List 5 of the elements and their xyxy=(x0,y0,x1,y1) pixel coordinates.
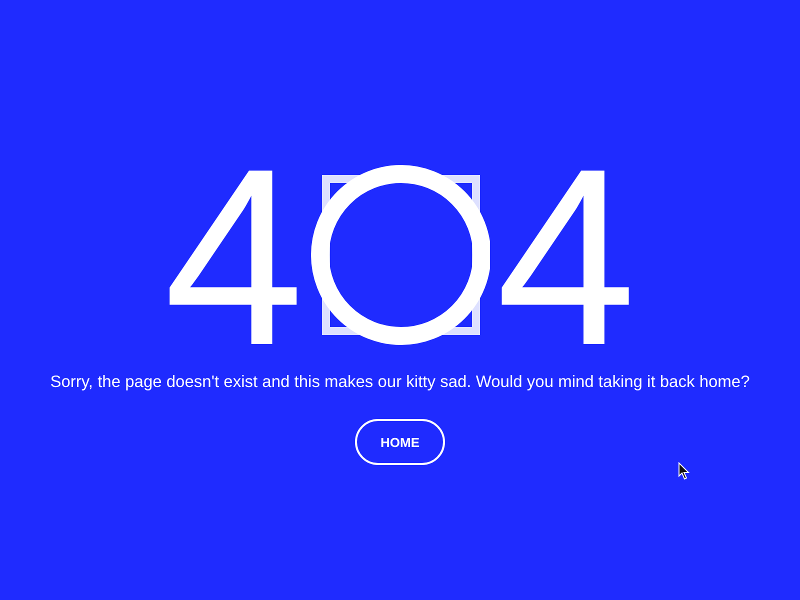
home-button[interactable]: HOME xyxy=(355,419,445,465)
error-digit: 4 xyxy=(164,163,304,353)
error-digit: 4 xyxy=(496,163,636,353)
error-message: Sorry, the page doesn't exist and this makes our kitty sad. Would you mind taking it back home? xyxy=(50,373,750,392)
cursor-icon xyxy=(678,462,690,480)
